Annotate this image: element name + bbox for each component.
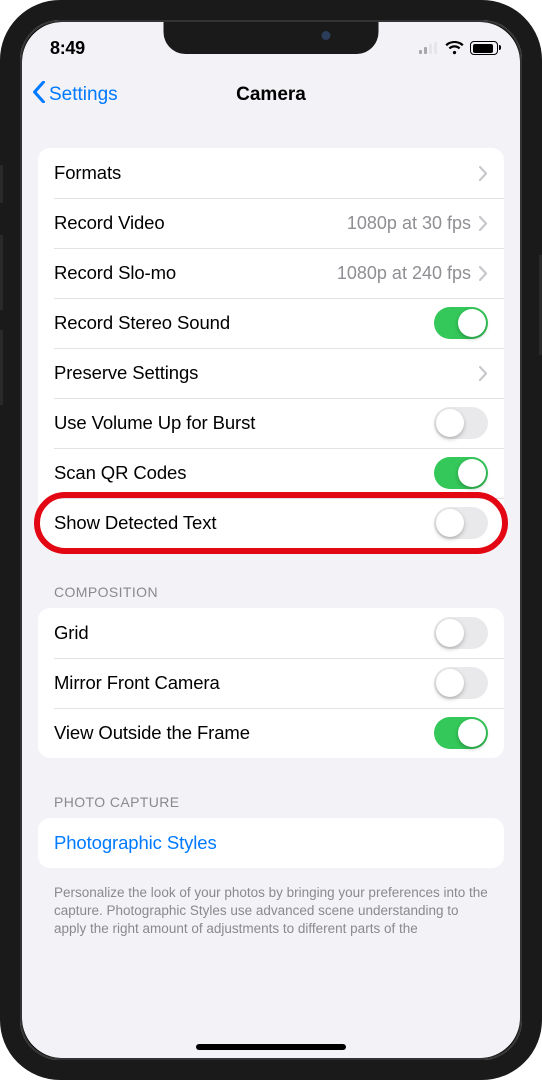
settings-group-photo-capture: Photographic Styles [38, 818, 504, 868]
battery-icon [470, 41, 498, 55]
row-label: Grid [54, 622, 434, 644]
back-button[interactable]: Settings [32, 81, 118, 109]
status-time: 8:49 [50, 34, 85, 59]
nav-bar: Settings Camera [22, 70, 520, 120]
toggle-show-detected-text[interactable] [434, 507, 488, 539]
chevron-right-icon [479, 266, 488, 281]
toggle-mirror-front[interactable] [434, 667, 488, 699]
row-label: View Outside the Frame [54, 722, 434, 744]
toggle-view-outside[interactable] [434, 717, 488, 749]
settings-group-composition: Grid Mirror Front Camera View Outside th… [38, 608, 504, 758]
cellular-signal-icon [419, 42, 439, 54]
wifi-icon [445, 41, 464, 55]
row-label: Record Stereo Sound [54, 312, 434, 334]
row-label: Photographic Styles [54, 832, 488, 854]
row-label: Preserve Settings [54, 362, 479, 384]
row-record-video[interactable]: Record Video 1080p at 30 fps [38, 198, 504, 248]
row-view-outside-frame: View Outside the Frame [38, 708, 504, 758]
toggle-grid[interactable] [434, 617, 488, 649]
row-grid: Grid [38, 608, 504, 658]
row-label: Formats [54, 162, 479, 184]
row-scan-qr: Scan QR Codes [38, 448, 504, 498]
chevron-left-icon [32, 81, 46, 109]
settings-group-main: Formats Record Video 1080p at 30 fps Rec… [38, 148, 504, 498]
row-record-slomo[interactable]: Record Slo-mo 1080p at 240 fps [38, 248, 504, 298]
section-header-composition: COMPOSITION [22, 584, 520, 608]
chevron-right-icon [479, 166, 488, 181]
toggle-volume-burst[interactable] [434, 407, 488, 439]
row-formats[interactable]: Formats [38, 148, 504, 198]
row-label: Record Video [54, 212, 347, 234]
section-footer-photo-capture: Personalize the look of your photos by b… [22, 876, 520, 939]
toggle-scan-qr[interactable] [434, 457, 488, 489]
row-detail: 1080p at 30 fps [347, 213, 471, 234]
row-label: Record Slo-mo [54, 262, 337, 284]
row-label: Show Detected Text [54, 512, 434, 534]
row-show-detected-text: Show Detected Text [38, 498, 504, 548]
row-label: Use Volume Up for Burst [54, 412, 434, 434]
row-preserve-settings[interactable]: Preserve Settings [38, 348, 504, 398]
row-stereo-sound: Record Stereo Sound [38, 298, 504, 348]
highlight-annotation: Show Detected Text [36, 498, 506, 548]
row-mirror-front: Mirror Front Camera [38, 658, 504, 708]
row-label: Scan QR Codes [54, 462, 434, 484]
chevron-right-icon [479, 216, 488, 231]
back-label: Settings [49, 84, 118, 106]
home-indicator[interactable] [196, 1044, 346, 1050]
chevron-right-icon [479, 366, 488, 381]
row-volume-burst: Use Volume Up for Burst [38, 398, 504, 448]
section-header-photo-capture: PHOTO CAPTURE [22, 794, 520, 818]
row-detail: 1080p at 240 fps [337, 263, 471, 284]
status-icons [419, 37, 498, 55]
row-label: Mirror Front Camera [54, 672, 434, 694]
toggle-stereo-sound[interactable] [434, 307, 488, 339]
row-photographic-styles[interactable]: Photographic Styles [38, 818, 504, 868]
